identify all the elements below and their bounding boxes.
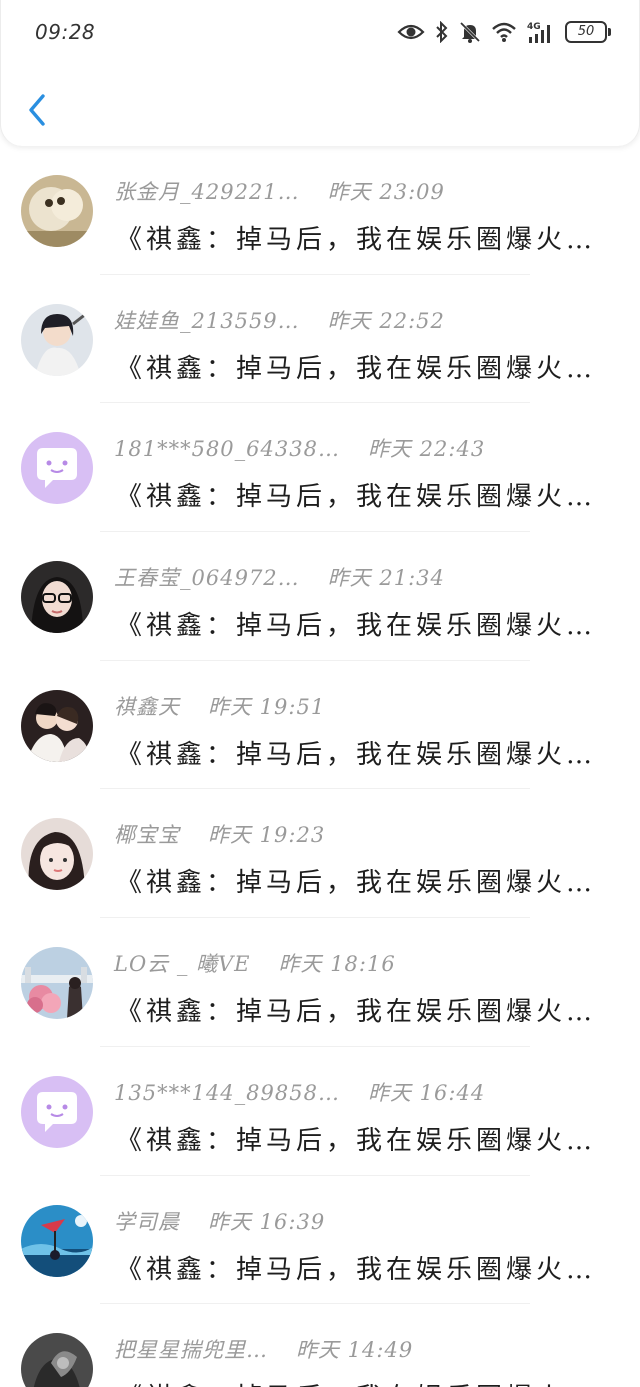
message-preview[interactable]: 《祺鑫：掉马后，我在娱乐圈爆火… [116,476,616,513]
avatar[interactable] [21,689,93,762]
message-row[interactable]: 祺鑫天 昨天 19:51 《祺鑫：掉马后，我在娱乐圈爆火… [0,661,640,790]
avatar[interactable] [21,175,93,247]
sender-name[interactable]: LO云 _ 曦VE [114,952,251,976]
sender-name[interactable]: 张金月_429221… [114,180,300,204]
message-list: 张金月_429221… 昨天 23:09 《祺鑫：掉马后，我在娱乐圈爆火… 娃娃鱼_2… [0,146,640,1387]
message-time: 昨天 22:43 [367,437,486,462]
avatar[interactable] [21,947,93,1020]
message-preview[interactable]: 《祺鑫：掉马后，我在娱乐圈爆火… [116,734,616,771]
message-time: 昨天 16:39 [208,1209,326,1234]
eye-icon [397,22,425,42]
status-bar: 09:28 4G 50 [1,0,640,64]
message-meta: 祺鑫天 昨天 19:51 [114,691,325,721]
message-preview[interactable]: 《祺鑫：掉马后，我在娱乐圈爆火… [116,1249,616,1286]
sender-name[interactable]: 椰宝宝 [114,823,180,847]
message-time: 昨天 22:52 [327,308,445,333]
message-row[interactable]: 张金月_429221… 昨天 23:09 《祺鑫：掉马后，我在娱乐圈爆火… [0,146,640,275]
avatar[interactable] [21,303,93,376]
wifi-icon [491,21,517,43]
status-time: 09:28 [35,20,96,44]
sender-name[interactable]: 135***144_89858… [114,1081,340,1105]
sender-name[interactable]: 娃娃鱼_213559… [114,309,300,333]
message-row[interactable]: LO云 _ 曦VE 昨天 18:16 《祺鑫：掉马后，我在娱乐圈爆火… [0,918,640,1047]
message-meta: 张金月_429221… 昨天 23:09 [114,176,445,206]
chevron-left-icon [29,94,45,126]
message-preview[interactable]: 《祺鑫：掉马后，我在娱乐圈爆火… [116,348,616,385]
message-meta: 娃娃鱼_213559… 昨天 22:52 [114,305,445,335]
message-row[interactable]: 娃娃鱼_213559… 昨天 22:52 《祺鑫：掉马后，我在娱乐圈爆火… [0,275,640,404]
message-row[interactable]: 椰宝宝 昨天 19:23 《祺鑫：掉马后，我在娱乐圈爆火… [0,789,640,919]
message-row[interactable]: 135***144_89858… 昨天 16:44 《祺鑫：掉马后，我在娱乐圈爆火… [0,1047,640,1176]
message-row[interactable]: 181***580_64338… 昨天 22:43 《祺鑫：掉马后，我在娱乐圈爆火… [0,403,640,533]
message-preview[interactable]: 《祺鑫：掉马后，我在娱乐圈爆火… [116,219,616,256]
message-preview[interactable]: 《祺鑫：掉马后，我在娱乐圈爆火… [116,862,616,899]
avatar[interactable] [21,1075,93,1148]
message-meta: 椰宝宝 昨天 19:23 [114,819,325,849]
sender-name[interactable]: 祺鑫天 [114,695,180,719]
sender-name[interactable]: 学司晨 [114,1210,180,1234]
sender-name[interactable]: 把星星揣兜里… [114,1338,268,1362]
message-time: 昨天 19:23 [208,823,326,848]
avatar[interactable] [21,561,93,634]
bell-muted-icon [459,21,481,43]
status-icons: 4G 50 [397,18,611,46]
message-row[interactable]: 学司晨 昨天 16:39 《祺鑫：掉马后，我在娱乐圈爆火… [0,1176,640,1305]
message-time: 昨天 19:51 [208,694,326,719]
message-meta: 135***144_89858… 昨天 16:44 [114,1077,485,1107]
message-row[interactable]: 把星星揣兜里… 昨天 14:49 《祺鑫：掉马后，我在娱乐圈爆火… [0,1304,640,1387]
message-preview[interactable]: 《祺鑫：掉马后，我在娱乐圈爆火… [116,1120,616,1157]
message-preview[interactable]: 《祺鑫：掉马后，我在娱乐圈爆火… [116,1377,616,1387]
avatar[interactable] [21,1204,93,1277]
app-header: 09:28 4G 50 [0,0,640,146]
message-meta: 把星星揣兜里… 昨天 14:49 [114,1334,413,1364]
message-time: 昨天 16:44 [367,1080,486,1105]
battery-indicator: 50 [565,21,611,43]
message-preview[interactable]: 《祺鑫：掉马后，我在娱乐圈爆火… [116,605,616,642]
bluetooth-icon [435,21,449,43]
message-preview[interactable]: 《祺鑫：掉马后，我在娱乐圈爆火… [116,991,616,1028]
message-meta: 学司晨 昨天 16:39 [114,1206,325,1236]
sender-name[interactable]: 181***580_64338… [114,437,340,461]
message-meta: 王春莹_064972… 昨天 21:34 [114,562,445,592]
back-button[interactable] [23,90,51,130]
message-row[interactable]: 王春莹_064972… 昨天 21:34 《祺鑫：掉马后，我在娱乐圈爆火… [0,532,640,661]
message-time: 昨天 21:34 [327,566,445,591]
signal-4g-icon: 4G [527,20,555,44]
message-meta: LO云 _ 曦VE 昨天 18:16 [114,948,396,978]
message-time: 昨天 14:49 [296,1338,414,1363]
message-time: 昨天 23:09 [327,180,445,204]
message-time: 昨天 18:16 [278,952,396,977]
avatar[interactable] [21,432,93,505]
avatar[interactable] [21,818,93,891]
sender-name[interactable]: 王春莹_064972… [114,566,300,590]
svg-text:4G: 4G [527,22,541,32]
message-meta: 181***580_64338… 昨天 22:43 [114,433,485,463]
avatar[interactable] [21,1333,93,1387]
